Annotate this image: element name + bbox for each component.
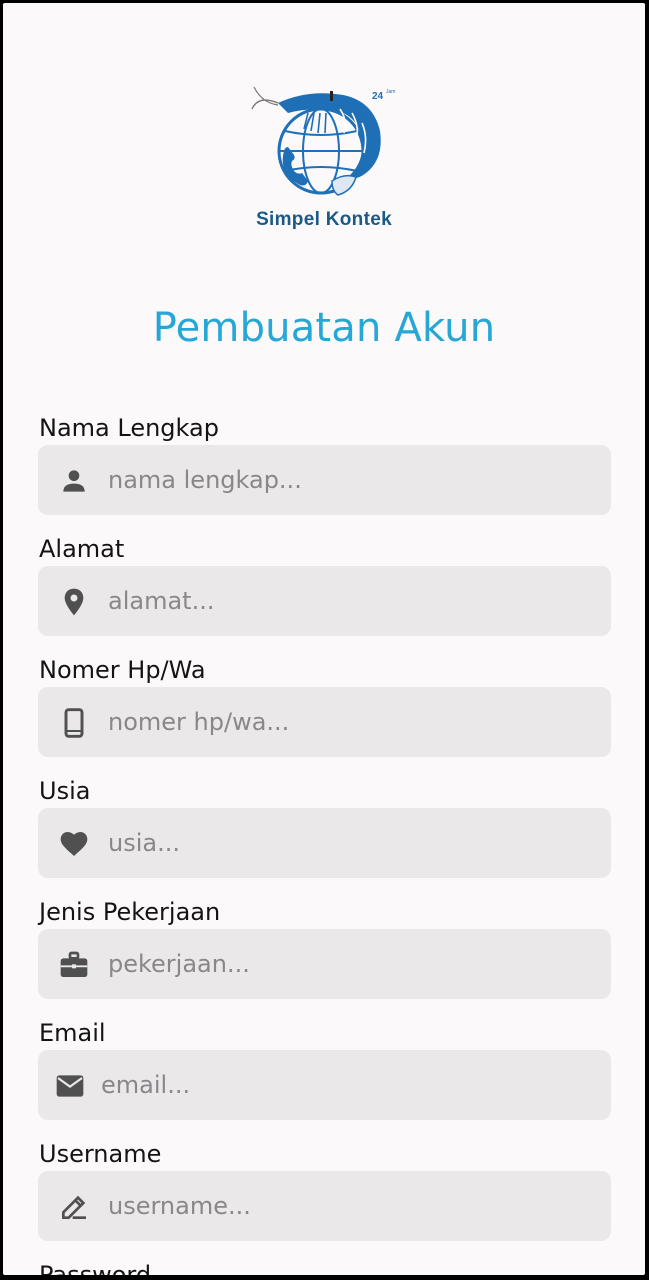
occupation-label: Jenis Pekerjaan <box>39 898 221 926</box>
occupation-field[interactable] <box>38 929 611 999</box>
email-field[interactable] <box>38 1050 611 1120</box>
page-title: Pembuatan Akun <box>152 305 496 351</box>
pencil-icon <box>58 1191 90 1223</box>
age-input[interactable] <box>108 808 588 878</box>
person-icon <box>58 465 90 497</box>
username-field[interactable] <box>38 1171 611 1241</box>
phone-input[interactable] <box>108 687 588 757</box>
address-field[interactable] <box>38 566 611 636</box>
location-pin-icon <box>58 586 90 618</box>
heart-icon <box>58 828 90 860</box>
email-input[interactable] <box>101 1050 581 1120</box>
full-name-label: Nama Lengkap <box>39 414 219 442</box>
address-label: Alamat <box>39 535 125 563</box>
full-name-input[interactable] <box>108 445 588 515</box>
username-input[interactable] <box>108 1171 588 1241</box>
phone-icon <box>58 707 90 739</box>
badge-24-sub: Jam <box>386 89 395 95</box>
brand-name: Simpel Kontek <box>256 209 392 230</box>
address-input[interactable] <box>108 566 588 636</box>
age-label: Usia <box>39 777 91 805</box>
mail-icon <box>54 1070 86 1102</box>
phone-field[interactable] <box>38 687 611 757</box>
badge-24: 24 <box>372 91 384 102</box>
occupation-input[interactable] <box>108 929 588 999</box>
register-screen: 24 Jam Simpel Kontek Pembuatan Akun Nama… <box>3 3 645 1275</box>
password-label: Password <box>39 1261 152 1275</box>
phone-label: Nomer Hp/Wa <box>39 656 206 684</box>
full-name-field[interactable] <box>38 445 611 515</box>
email-label: Email <box>39 1019 106 1047</box>
briefcase-icon <box>58 949 90 981</box>
age-field[interactable] <box>38 808 611 878</box>
username-label: Username <box>39 1140 162 1168</box>
